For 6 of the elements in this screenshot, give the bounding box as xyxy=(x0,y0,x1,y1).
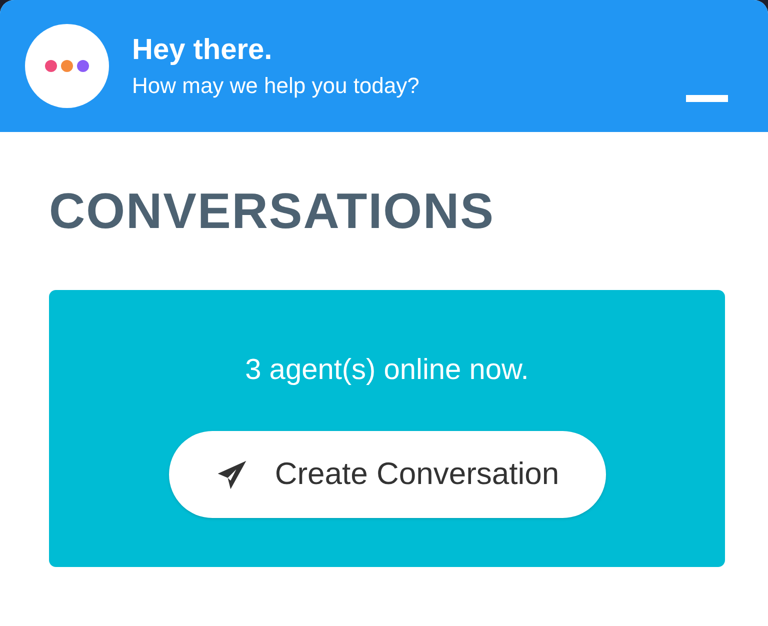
header-subtitle: How may we help you today? xyxy=(132,74,420,96)
create-conversation-button[interactable]: Create Conversation xyxy=(168,431,606,518)
header-title: Hey there. xyxy=(132,36,274,64)
section-title: CONVERSATIONS xyxy=(49,186,496,236)
minimize-button[interactable] xyxy=(686,95,728,102)
agents-online-text: 3 agent(s) online now. xyxy=(245,356,529,385)
